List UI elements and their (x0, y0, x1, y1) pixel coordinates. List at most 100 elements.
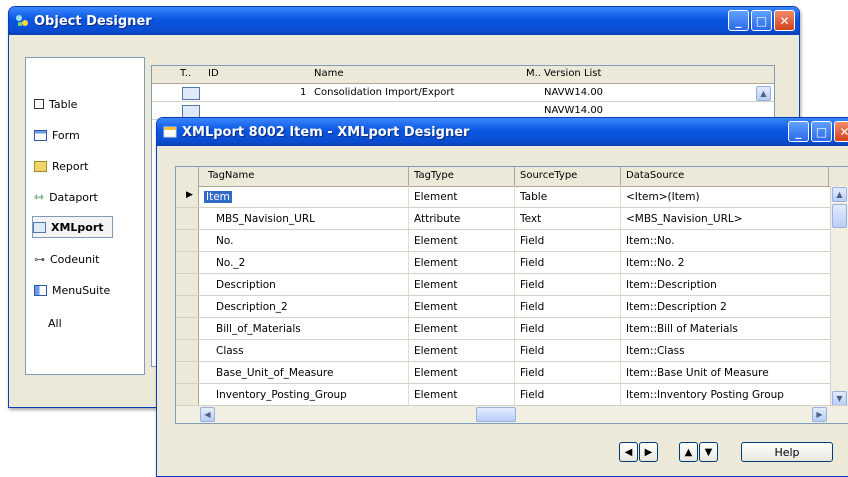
column-header-tagname[interactable]: TagName (208, 170, 254, 181)
minimize-icon[interactable]: _ (728, 10, 749, 31)
cell-datasource[interactable]: <MBS_Navision_URL> (626, 213, 743, 225)
row-selector[interactable] (176, 340, 199, 361)
column-header-sourcetype[interactable]: SourceType (520, 170, 577, 181)
cell-tagtype[interactable]: Element (414, 235, 457, 247)
cell-sourcetype[interactable]: Text (520, 213, 541, 225)
maximize-icon[interactable]: □ (751, 10, 772, 31)
sidebar-item-all[interactable]: All (48, 313, 62, 333)
cell-tagname[interactable]: MBS_Navision_URL (216, 213, 315, 225)
table-row[interactable]: No. Element Field Item::No. (176, 230, 848, 252)
row-selector[interactable] (176, 384, 199, 405)
cell-sourcetype[interactable]: Table (520, 191, 547, 203)
cell-tagtype[interactable]: Attribute (414, 213, 460, 225)
maximize-icon[interactable]: □ (811, 121, 832, 142)
row-selector[interactable] (176, 230, 199, 251)
indent-left-button[interactable]: ◀ (619, 442, 638, 462)
cell-sourcetype[interactable]: Field (520, 301, 544, 313)
table-row[interactable]: Inventory_Posting_Group Element Field It… (176, 384, 848, 405)
sidebar-item-dataport[interactable]: ⇿ Dataport (34, 187, 98, 207)
cell-datasource[interactable]: Item::Description 2 (626, 301, 727, 313)
cell-datasource[interactable]: Item::Description (626, 279, 717, 291)
xmlport-designer-titlebar[interactable]: XMLport 8002 Item - XMLport Designer _ □… (157, 118, 848, 146)
cell-tagtype[interactable]: Element (414, 191, 457, 203)
cell-datasource[interactable]: Item::No. 2 (626, 257, 684, 269)
cell-sourcetype[interactable]: Field (520, 279, 544, 291)
row-selector[interactable] (176, 252, 199, 273)
table-row[interactable]: Description_2 Element Field Item::Descri… (176, 296, 848, 318)
cell-tagtype[interactable]: Element (414, 389, 457, 401)
horizontal-scrollbar[interactable]: ◀ ▶ (176, 405, 848, 423)
scroll-left-icon[interactable]: ◀ (200, 407, 215, 422)
table-row[interactable]: Base_Unit_of_Measure Element Field Item:… (176, 362, 848, 384)
column-header-id[interactable]: ID (208, 68, 219, 79)
cell-datasource[interactable]: Item::Class (626, 345, 685, 357)
cell-tagname[interactable]: Class (216, 345, 244, 357)
help-button[interactable]: Help (741, 442, 833, 462)
cell-tagname[interactable]: No._2 (216, 257, 245, 269)
scroll-up-icon[interactable]: ▲ (756, 86, 771, 101)
cell-tagname[interactable]: Item (204, 191, 232, 203)
table-row[interactable]: MBS_Navision_URL Attribute Text <MBS_Nav… (176, 208, 848, 230)
column-header-datasource[interactable]: DataSource (626, 170, 684, 181)
row-selector[interactable] (176, 274, 199, 295)
column-header-tagtype[interactable]: TagType (414, 170, 454, 181)
close-icon[interactable]: ✕ (774, 10, 795, 31)
cell-tagtype[interactable]: Element (414, 279, 457, 291)
cell-tagname[interactable]: Description (216, 279, 276, 291)
table-row[interactable]: Bill_of_Materials Element Field Item::Bi… (176, 318, 848, 340)
scroll-thumb[interactable] (832, 204, 847, 228)
row-selector[interactable] (176, 318, 199, 339)
vertical-scrollbar[interactable]: ▲ ▼ (830, 186, 848, 407)
row-selector[interactable] (176, 362, 199, 383)
cell-datasource[interactable]: Item::Bill of Materials (626, 323, 738, 335)
cell-sourcetype[interactable]: Field (520, 345, 544, 357)
scroll-down-icon[interactable]: ▼ (832, 391, 847, 406)
sidebar-item-form[interactable]: Form (34, 125, 80, 145)
cell-tagname[interactable]: Inventory_Posting_Group (216, 389, 347, 401)
cell-datasource[interactable]: Item::Base Unit of Measure (626, 367, 769, 379)
close-icon[interactable]: ✕ (834, 121, 848, 142)
column-header-type[interactable]: T.. (180, 68, 191, 79)
table-row[interactable]: Description Element Field Item::Descript… (176, 274, 848, 296)
row-selector[interactable] (176, 208, 199, 229)
cell-tagname[interactable]: Description_2 (216, 301, 288, 313)
cell-tagtype[interactable]: Element (414, 367, 457, 379)
sidebar-item-report[interactable]: Report (34, 156, 88, 176)
sidebar-item-xmlport[interactable]: XMLport (32, 216, 113, 238)
scroll-thumb[interactable] (476, 407, 516, 422)
row-selector[interactable]: ▶ (176, 186, 199, 207)
sidebar-item-menusuite[interactable]: MenuSuite (34, 280, 110, 300)
cell-tagname[interactable]: Bill_of_Materials (216, 323, 301, 335)
cell-tagname[interactable]: Base_Unit_of_Measure (216, 367, 333, 379)
cell-sourcetype[interactable]: Field (520, 235, 544, 247)
sidebar-item-table[interactable]: Table (34, 94, 77, 114)
cell-sourcetype[interactable]: Field (520, 389, 544, 401)
column-header-modified[interactable]: M.. (526, 68, 541, 79)
move-down-button[interactable]: ▼ (699, 442, 718, 462)
cell-tagname[interactable]: No. (216, 235, 233, 247)
column-header-name[interactable]: Name (314, 68, 344, 79)
cell-tagtype[interactable]: Element (414, 257, 457, 269)
object-designer-titlebar[interactable]: Object Designer _ □ ✕ (9, 7, 799, 35)
cell-tagtype[interactable]: Element (414, 323, 457, 335)
cell-tagtype[interactable]: Element (414, 345, 457, 357)
sidebar-item-codeunit[interactable]: ⊶ Codeunit (34, 249, 99, 269)
row-selector[interactable] (176, 296, 199, 317)
cell-datasource[interactable]: Item::No. (626, 235, 674, 247)
cell-sourcetype[interactable]: Field (520, 367, 544, 379)
minimize-icon[interactable]: _ (788, 121, 809, 142)
move-up-button[interactable]: ▲ (679, 442, 698, 462)
table-row[interactable]: Class Element Field Item::Class (176, 340, 848, 362)
scroll-right-icon[interactable]: ▶ (812, 407, 827, 422)
scroll-up-icon[interactable]: ▲ (832, 187, 847, 202)
table-row[interactable]: 1 Consolidation Import/Export NAVW14.00 (152, 84, 774, 102)
cell-sourcetype[interactable]: Field (520, 323, 544, 335)
table-row[interactable]: No._2 Element Field Item::No. 2 (176, 252, 848, 274)
indent-right-button[interactable]: ▶ (639, 442, 658, 462)
cell-sourcetype[interactable]: Field (520, 257, 544, 269)
column-header-version-list[interactable]: Version List (544, 68, 601, 79)
cell-tagtype[interactable]: Element (414, 301, 457, 313)
cell-datasource[interactable]: <Item>(Item) (626, 191, 700, 203)
cell-datasource[interactable]: Item::Inventory Posting Group (626, 389, 784, 401)
table-row[interactable]: ▶ Item Element Table <Item>(Item) (176, 186, 848, 208)
